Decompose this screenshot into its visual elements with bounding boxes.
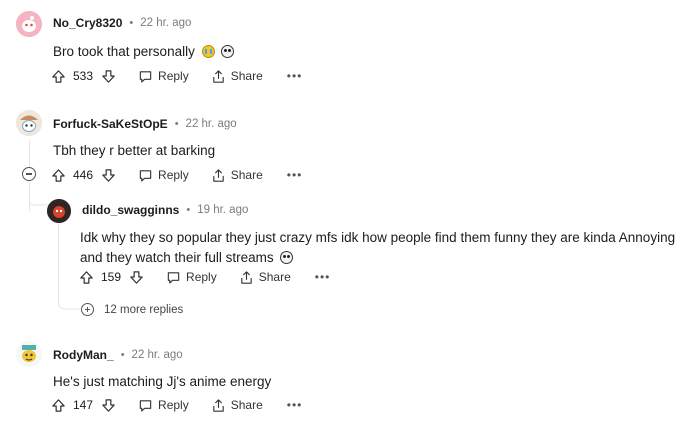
timestamp[interactable]: 22 hr. ago (186, 118, 237, 130)
share-label: Share (230, 398, 263, 412)
arrow-up-icon (52, 398, 65, 412)
timestamp[interactable]: 22 hr. ago (132, 349, 183, 361)
avatar[interactable] (47, 199, 71, 223)
reply-label: Reply (158, 69, 189, 83)
thread-line[interactable] (58, 224, 59, 302)
collapse-thread-button[interactable] (22, 167, 36, 181)
comment-text: Idk why they so popular they just crazy … (80, 230, 676, 265)
arrow-up-icon (52, 168, 65, 182)
more-replies-button[interactable]: 12 more replies (81, 303, 183, 316)
share-label: Share (230, 168, 263, 182)
separator-dot: • (174, 118, 179, 130)
more-options-button[interactable]: ••• (287, 69, 303, 83)
comment-body: He's just matching Jj's anime energy (53, 374, 272, 389)
comment-body: Idk why they so popular they just crazy … (80, 228, 680, 268)
vote-score: 147 (73, 398, 94, 412)
share-button[interactable]: Share (211, 69, 263, 84)
reply-label: Reply (158, 398, 189, 412)
downvote-button[interactable] (101, 398, 116, 413)
arrow-down-icon (102, 398, 115, 412)
comment-body: Bro took that personally (53, 42, 235, 62)
share-label: Share (230, 69, 263, 83)
more-replies-label: 12 more replies (104, 303, 184, 316)
arrow-down-icon (130, 270, 143, 284)
arrow-down-icon (102, 69, 115, 83)
speech-bubble-icon (139, 70, 152, 82)
share-icon (212, 168, 224, 182)
more-options-button[interactable]: ••• (287, 168, 303, 182)
upvote-button[interactable] (51, 398, 66, 413)
separator-dot: • (120, 349, 125, 361)
avatar[interactable] (16, 110, 42, 136)
comment-actions: 147 Reply Share ••• (51, 395, 302, 415)
upvote-button[interactable] (51, 168, 66, 183)
reply-button[interactable]: Reply (166, 270, 217, 285)
comment-actions: 533 Reply Share ••• (51, 66, 302, 86)
reply-label: Reply (186, 270, 217, 284)
vote-score: 533 (73, 69, 94, 83)
reply-button[interactable]: Reply (138, 398, 189, 413)
downvote-button[interactable] (101, 168, 116, 183)
username[interactable]: RodyMan_ (53, 348, 114, 362)
username[interactable]: Forfuck-SaKeStOpE (53, 117, 168, 131)
arrow-up-icon (80, 270, 93, 284)
skull-emoji-icon (221, 45, 235, 58)
timestamp[interactable]: 19 hr. ago (197, 204, 248, 216)
share-button[interactable]: Share (211, 398, 263, 413)
upvote-button[interactable] (79, 270, 94, 285)
upvote-button[interactable] (51, 69, 66, 84)
timestamp[interactable]: 22 hr. ago (140, 17, 191, 29)
reply-label: Reply (158, 168, 189, 182)
speech-bubble-icon (167, 271, 180, 283)
vote-score: 446 (73, 168, 94, 182)
separator-dot: • (129, 17, 134, 29)
reply-button[interactable]: Reply (138, 69, 189, 84)
share-label: Share (258, 270, 291, 284)
snoo-avatar-icon (47, 199, 71, 223)
share-icon (212, 69, 224, 83)
avatar[interactable] (16, 341, 42, 367)
snoo-avatar-icon (16, 110, 42, 136)
downvote-button[interactable] (101, 69, 116, 84)
comment-text: Bro took that personally (53, 44, 195, 59)
skull-emoji-icon (280, 251, 294, 264)
more-options-button[interactable]: ••• (315, 270, 331, 284)
share-icon (212, 398, 224, 412)
snoo-avatar-icon (16, 11, 42, 37)
arrow-down-icon (102, 168, 115, 182)
snoo-avatar-icon (16, 341, 42, 367)
plus-circle-icon (81, 303, 94, 316)
separator-dot: • (186, 204, 191, 216)
thread-line[interactable] (29, 140, 30, 164)
vote-score: 159 (101, 270, 122, 284)
share-button[interactable]: Share (211, 168, 263, 183)
avatar[interactable] (16, 11, 42, 37)
share-icon (240, 270, 252, 284)
comment-body: Tbh they r better at barking (53, 143, 216, 158)
arrow-up-icon (52, 69, 65, 83)
downvote-button[interactable] (129, 270, 144, 285)
more-options-button[interactable]: ••• (287, 398, 303, 412)
speech-bubble-icon (139, 169, 152, 181)
username[interactable]: dildo_swagginns (82, 203, 179, 217)
comment-actions: 159 Reply Share ••• (79, 267, 330, 287)
loudly-crying-face-emoji-icon (201, 45, 215, 58)
comment-actions: 446 Reply Share ••• (51, 165, 302, 185)
share-button[interactable]: Share (239, 270, 291, 285)
username[interactable]: No_Cry8320 (53, 16, 122, 30)
speech-bubble-icon (139, 399, 152, 411)
thread-line (29, 164, 30, 167)
reply-button[interactable]: Reply (138, 168, 189, 183)
